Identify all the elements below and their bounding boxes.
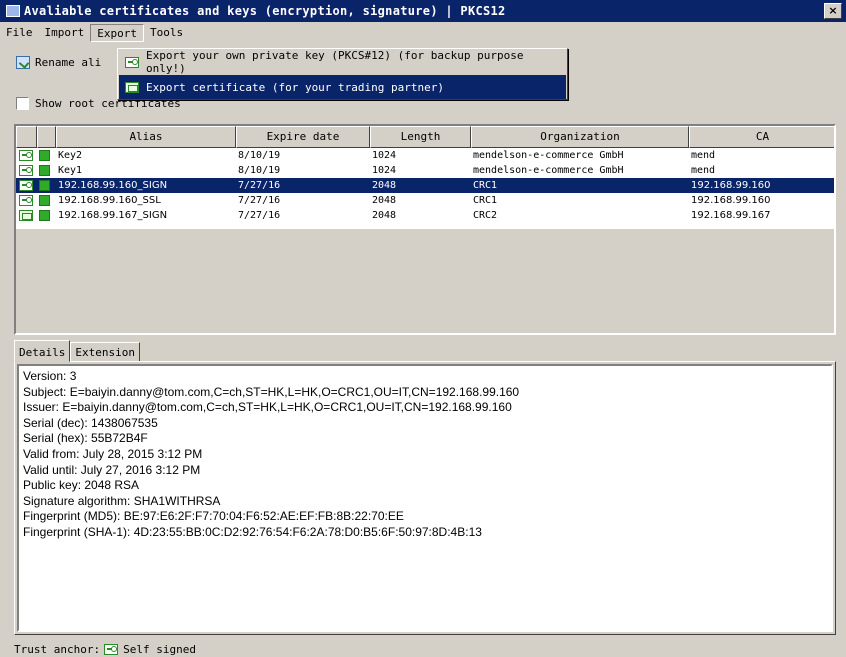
cell-length: 2048 bbox=[370, 178, 471, 193]
detail-valid-until: Valid until: July 27, 2016 3:12 PM bbox=[23, 462, 201, 477]
table-row[interactable]: 192.168.99.160_SSL 7/27/16 2048 CRC1 192… bbox=[16, 193, 834, 208]
trust-anchor-label: Trust anchor: bbox=[14, 643, 101, 656]
cell-length: 1024 bbox=[372, 150, 397, 161]
app-icon bbox=[6, 5, 20, 17]
cell-organization: CRC2 bbox=[473, 210, 498, 221]
status-bar: Trust anchor: Self signed bbox=[14, 643, 196, 656]
key-icon bbox=[125, 56, 139, 68]
column-header-alias[interactable]: Alias bbox=[56, 126, 236, 148]
details-panel: Version: 3 Subject: E=baiyin.danny@tom.c… bbox=[14, 361, 836, 635]
column-header-status[interactable] bbox=[37, 126, 56, 148]
key-icon bbox=[19, 195, 33, 206]
cell-expire: 8/10/19 bbox=[238, 165, 281, 176]
table-row-selected[interactable]: 192.168.99.160_SIGN 7/27/16 2048 CRC1 19… bbox=[16, 178, 834, 193]
export-certificate-item[interactable]: Export certificate (for your trading par… bbox=[119, 75, 566, 99]
valid-status-icon bbox=[39, 180, 50, 191]
menu-export[interactable]: Export bbox=[90, 24, 144, 42]
table-body: Key2 8/10/19 1024 mendelson-e-commerce G… bbox=[16, 148, 834, 229]
cell-alias: 192.168.99.160_SSL bbox=[58, 195, 161, 206]
column-header-expire-date[interactable]: Expire date bbox=[236, 126, 370, 148]
cell-expire: 7/27/16 bbox=[238, 195, 281, 206]
key-icon bbox=[19, 165, 33, 176]
detail-subject: Subject: E=baiyin.danny@tom.com,C=ch,ST=… bbox=[23, 384, 520, 399]
details-text-area[interactable]: Version: 3 Subject: E=baiyin.danny@tom.c… bbox=[17, 364, 833, 632]
cell-organization: CRC1 bbox=[473, 195, 498, 206]
valid-status-icon bbox=[39, 210, 50, 221]
detail-valid-from: Valid from: July 28, 2015 3:12 PM bbox=[23, 446, 203, 461]
key-icon bbox=[19, 150, 33, 161]
export-menu: Export your own private key (PKCS#12) (f… bbox=[117, 48, 568, 100]
cell-ca: 192.168.99.160 bbox=[691, 195, 771, 206]
detail-serial-dec: Serial (dec): 1438067535 bbox=[23, 415, 158, 430]
cell-organization: mendelson-e-commerce GmbH bbox=[473, 150, 624, 161]
export-private-key-item[interactable]: Export your own private key (PKCS#12) (f… bbox=[119, 49, 566, 75]
table-row[interactable]: Key2 8/10/19 1024 mendelson-e-commerce G… bbox=[16, 148, 834, 163]
column-header-ca[interactable]: CA bbox=[689, 126, 834, 148]
key-icon bbox=[104, 644, 119, 655]
cell-expire: 7/27/16 bbox=[238, 210, 281, 221]
cell-alias: 192.168.99.167_SIGN bbox=[58, 210, 168, 221]
title-bar: Avaliable certificates and keys (encrypt… bbox=[0, 0, 846, 22]
cell-length: 2048 bbox=[372, 210, 397, 221]
rename-alias-button[interactable]: Rename ali bbox=[16, 56, 101, 69]
menu-tools[interactable]: Tools bbox=[144, 24, 189, 42]
menu-import[interactable]: Import bbox=[39, 24, 91, 42]
table-row[interactable]: 192.168.99.167_SIGN 7/27/16 2048 CRC2 19… bbox=[16, 208, 834, 223]
cell-organization: mendelson-e-commerce GmbH bbox=[473, 165, 624, 176]
cell-alias: Key1 bbox=[58, 165, 83, 176]
detail-signature-algorithm: Signature algorithm: SHA1WITHRSA bbox=[23, 493, 221, 508]
cell-alias: 192.168.99.160_SIGN bbox=[56, 178, 236, 193]
cell-expire: 8/10/19 bbox=[238, 150, 281, 161]
column-header-type[interactable] bbox=[16, 126, 37, 148]
detail-serial-hex: Serial (hex): 55B72B4F bbox=[23, 431, 148, 446]
tab-details[interactable]: Details bbox=[14, 340, 71, 362]
valid-status-icon bbox=[39, 195, 50, 206]
detail-fingerprint-md5: Fingerprint (MD5): BE:97:E6:2F:F7:70:04:… bbox=[23, 509, 404, 524]
column-header-organization[interactable]: Organization bbox=[471, 126, 689, 148]
table-header: Alias Expire date Length Organization CA bbox=[16, 126, 834, 148]
cell-organization: CRC1 bbox=[471, 178, 689, 193]
table-row[interactable]: Key1 8/10/19 1024 mendelson-e-commerce G… bbox=[16, 163, 834, 178]
trust-anchor-value: Self signed bbox=[123, 643, 196, 656]
detail-version: Version: 3 bbox=[23, 369, 77, 383]
key-icon bbox=[19, 180, 33, 191]
cell-length: 1024 bbox=[372, 165, 397, 176]
close-button[interactable]: × bbox=[824, 3, 842, 19]
window-title: Avaliable certificates and keys (encrypt… bbox=[24, 4, 506, 18]
certificate-icon bbox=[19, 210, 33, 221]
show-root-checkbox[interactable] bbox=[16, 97, 29, 110]
certificate-icon bbox=[125, 81, 139, 93]
menu-file[interactable]: File bbox=[0, 24, 39, 42]
tab-strip: Details Extension bbox=[14, 340, 140, 362]
rename-alias-label: Rename ali bbox=[35, 56, 102, 69]
rename-icon bbox=[16, 56, 30, 69]
cell-expire: 7/27/16 bbox=[236, 178, 370, 193]
cell-ca: 192.168.99.160 bbox=[689, 178, 834, 193]
certificate-table: Alias Expire date Length Organization CA… bbox=[14, 124, 836, 335]
detail-fingerprint-sha1: Fingerprint (SHA-1): 4D:23:55:BB:0C:D2:9… bbox=[23, 524, 482, 539]
column-header-length[interactable]: Length bbox=[370, 126, 471, 148]
menu-bar: File Import Export Tools bbox=[0, 23, 846, 43]
cell-ca: mend bbox=[691, 150, 716, 161]
export-private-key-label: Export your own private key (PKCS#12) (f… bbox=[146, 49, 524, 75]
valid-status-icon bbox=[39, 165, 50, 176]
cell-ca: 192.168.99.167 bbox=[691, 210, 771, 221]
detail-public-key: Public key: 2048 RSA bbox=[23, 478, 140, 493]
cell-alias: Key2 bbox=[58, 150, 83, 161]
valid-status-icon bbox=[39, 150, 50, 161]
cell-length: 2048 bbox=[372, 195, 397, 206]
detail-issuer: Issuer: E=baiyin.danny@tom.com,C=ch,ST=H… bbox=[23, 400, 512, 415]
export-certificate-label: Export certificate (for your trading par… bbox=[146, 80, 445, 94]
cell-ca: mend bbox=[691, 165, 716, 176]
tab-extension[interactable]: Extension bbox=[70, 342, 140, 362]
